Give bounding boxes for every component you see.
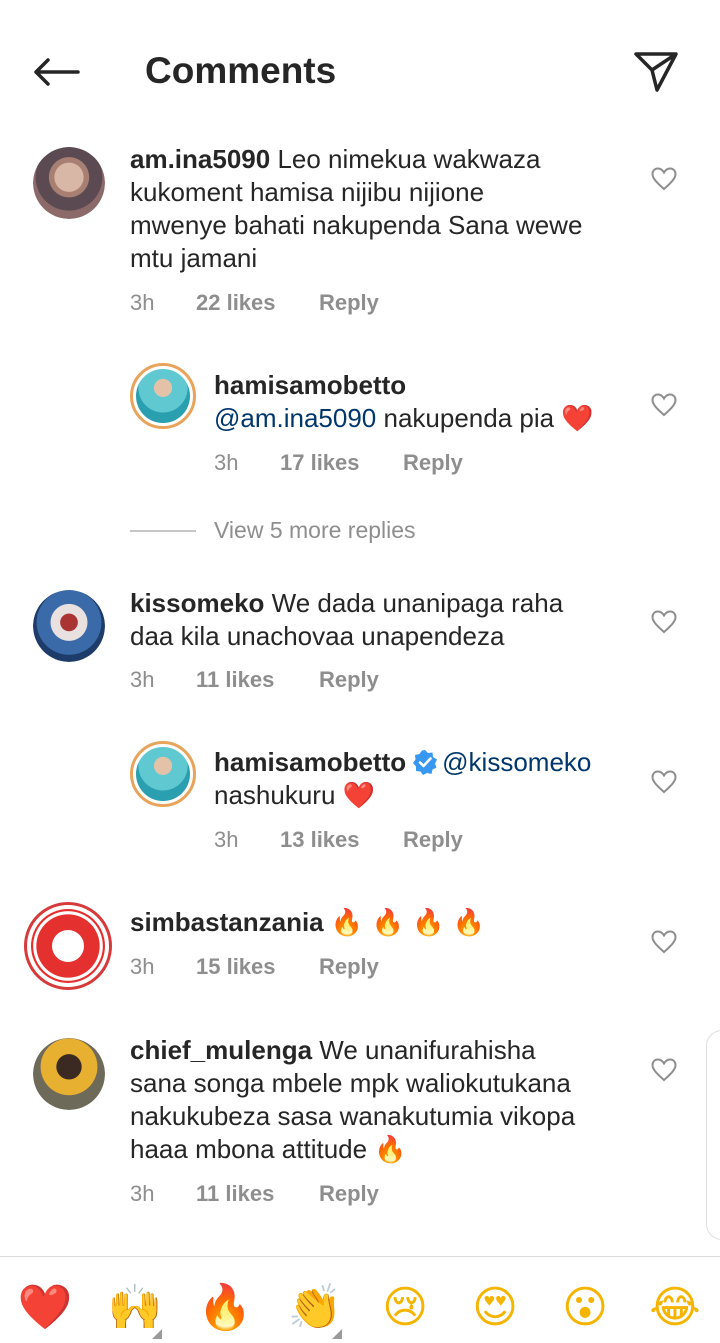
reply-button[interactable]: Reply — [403, 450, 463, 476]
comment-body: We unanifurahisha — [312, 1035, 536, 1065]
comment-likes[interactable]: 13 likes — [280, 827, 403, 853]
mention-link[interactable]: @kissomeko — [442, 747, 591, 777]
avatar[interactable] — [130, 363, 196, 429]
send-direct-icon[interactable] — [628, 46, 684, 96]
reply-button[interactable]: Reply — [319, 667, 379, 693]
reply-button[interactable]: Reply — [319, 954, 379, 980]
avatar[interactable] — [33, 1038, 105, 1110]
header-bar: Comments — [0, 0, 720, 140]
comment-username[interactable]: simbastanzania — [130, 907, 324, 937]
heart-emoji: ❤️ — [561, 404, 594, 434]
divider-line — [130, 529, 196, 532]
reply-button[interactable]: Reply — [319, 290, 379, 316]
comment-likes[interactable]: 11 likes — [196, 1181, 319, 1207]
comment-likes[interactable]: 22 likes — [196, 290, 319, 316]
like-heart-icon[interactable] — [650, 392, 678, 418]
comment-meta: 3h 11 likes Reply — [130, 1181, 379, 1207]
emoji-fire-button[interactable]: 🔥 — [195, 1277, 255, 1337]
emoji-crying-button[interactable]: 😢 — [375, 1277, 435, 1337]
comment-meta: 3h 17 likes Reply — [214, 450, 463, 476]
comment-time: 3h — [130, 1181, 155, 1206]
comment-meta: 3h 13 likes Reply — [214, 827, 463, 853]
comment-text: am.ina5090 Leo nimekua wakwaza kukoment … — [130, 143, 582, 275]
avatar[interactable] — [33, 147, 105, 219]
heart-emoji: ❤️ — [342, 781, 376, 811]
comment-username[interactable]: chief_mulenga — [130, 1035, 312, 1065]
comment-body: We dada unanipaga raha — [264, 588, 564, 618]
like-heart-icon[interactable] — [650, 1057, 678, 1083]
variant-indicator-icon — [332, 1329, 342, 1339]
comment-body: Leo nimekua wakwaza — [270, 144, 541, 174]
comment-text: chief_mulenga We unanifurahisha sana son… — [130, 1034, 575, 1167]
like-heart-icon[interactable] — [650, 769, 678, 795]
comment-time: 3h — [214, 827, 239, 852]
avatar[interactable] — [130, 741, 196, 807]
comment-text: simbastanzania 🔥 🔥 🔥 🔥 — [130, 906, 485, 940]
fire-emoji: 🔥 🔥 🔥 🔥 — [330, 908, 486, 938]
variant-indicator-icon — [152, 1329, 162, 1339]
comment-username[interactable]: am.ina5090 — [130, 144, 270, 174]
comment-likes[interactable]: 11 likes — [196, 667, 319, 693]
comment-line: nakukubeza sasa wanakutumia vikopa — [130, 1101, 576, 1131]
edge-panel-handle[interactable] — [706, 1030, 720, 1240]
comment-username[interactable]: hamisamobetto — [214, 370, 406, 400]
comment-line: sana songa mbele mpk waliokutukana — [130, 1068, 571, 1098]
comment-username[interactable]: hamisamobetto — [214, 747, 406, 777]
reply-button[interactable]: Reply — [319, 1181, 379, 1207]
comment-line: mtu jamani — [130, 243, 258, 273]
verified-badge-icon — [413, 750, 438, 775]
like-heart-icon[interactable] — [650, 609, 678, 635]
comment-line: mwenye bahati nakupenda Sana wewe — [130, 210, 583, 240]
comment-meta: 3h 22 likes Reply — [130, 290, 379, 316]
avatar[interactable] — [33, 590, 105, 662]
comment-meta: 3h 15 likes Reply — [130, 954, 379, 980]
comment-line: daa kila unachovaa unapendeza — [130, 621, 505, 651]
comment-time: 3h — [130, 667, 155, 692]
comment-line: haaa mbona attitude — [130, 1134, 375, 1164]
mention-link[interactable]: @am.ina5090 — [214, 403, 376, 433]
comment-likes[interactable]: 15 likes — [196, 954, 319, 980]
avatar[interactable] — [24, 902, 112, 990]
view-more-label: View 5 more replies — [214, 517, 416, 543]
page-title: Comments — [145, 50, 337, 91]
comment-time: 3h — [130, 290, 155, 315]
back-arrow-icon[interactable] — [28, 48, 84, 96]
comment-text: hamisamobetto @am.ina5090 nakupenda pia … — [214, 369, 594, 436]
view-more-replies-button[interactable]: View 5 more replies — [130, 517, 416, 544]
emoji-clapping-button[interactable]: 👏 — [285, 1277, 345, 1337]
emoji-surprised-button[interactable]: 😮 — [555, 1277, 615, 1337]
emoji-raising-hands-button[interactable]: 🙌 — [105, 1277, 165, 1337]
comment-likes[interactable]: 17 likes — [280, 450, 403, 476]
comment-text: hamisamobetto @kissomeko nashukuru ❤️ — [214, 746, 591, 813]
reply-button[interactable]: Reply — [403, 827, 463, 853]
comment-username[interactable]: kissomeko — [130, 588, 264, 618]
comment-time: 3h — [130, 954, 155, 979]
like-heart-icon[interactable] — [650, 166, 678, 192]
comment-meta: 3h 11 likes Reply — [130, 667, 379, 693]
comment-time: 3h — [214, 450, 239, 475]
emoji-heart-button[interactable]: ❤️ — [15, 1277, 75, 1337]
emoji-laughing-button[interactable]: 😂 — [645, 1277, 705, 1337]
emoji-heart-eyes-button[interactable]: 😍 — [465, 1277, 525, 1337]
comment-text: kissomeko We dada unanipaga raha daa kil… — [130, 587, 563, 653]
comment-body: nashukuru — [214, 780, 343, 810]
fire-emoji: 🔥 — [374, 1135, 407, 1165]
comment-line: kukoment hamisa nijibu nijione — [130, 177, 485, 207]
comment-body: nakupenda pia — [376, 403, 562, 433]
like-heart-icon[interactable] — [650, 929, 678, 955]
emoji-reaction-bar: ❤️ 🙌 🔥 👏 😢 😍 😮 😂 — [0, 1256, 720, 1343]
